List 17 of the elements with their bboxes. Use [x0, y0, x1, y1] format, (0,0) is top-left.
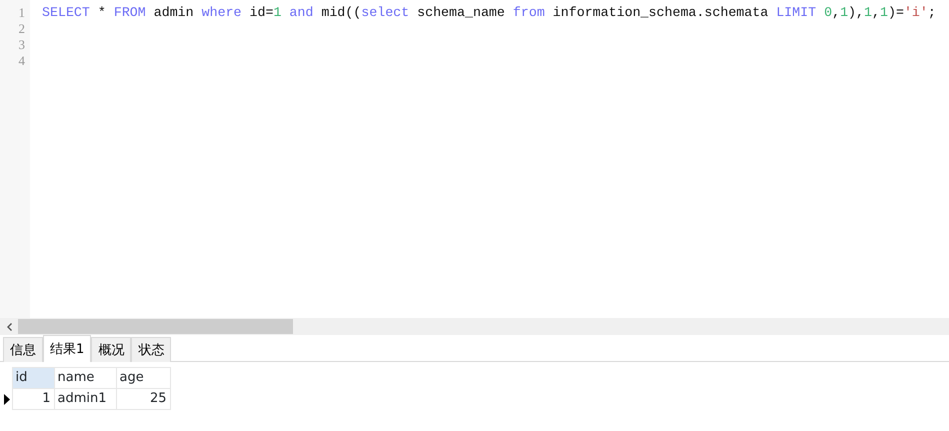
tab[interactable]: 信息 — [3, 337, 43, 362]
code-line: SELECT * FROM admin where id=1 and mid((select schema_name from information_schema.schemata LIMIT 0,1),1,1)='i'; — [42, 5, 937, 21]
table-cell: admin1 — [54, 388, 116, 410]
line-number: 3 — [18, 37, 26, 53]
table-cell: 25 — [116, 388, 170, 410]
line-number: 2 — [18, 21, 26, 37]
column-header[interactable]: age — [116, 368, 170, 388]
table-cell: 1 — [12, 388, 54, 410]
column-header[interactable]: id — [12, 368, 54, 388]
line-number: 4 — [18, 53, 26, 69]
tab[interactable]: 状态 — [131, 337, 172, 362]
tab[interactable]: 概况 — [91, 337, 132, 362]
line-number: 1 — [18, 5, 26, 21]
scrollbar-thumb[interactable] — [18, 319, 293, 334]
column-header[interactable]: name — [54, 368, 116, 388]
scroll-left-icon[interactable] — [6, 322, 12, 330]
tab[interactable]: 结果1 — [43, 335, 92, 362]
